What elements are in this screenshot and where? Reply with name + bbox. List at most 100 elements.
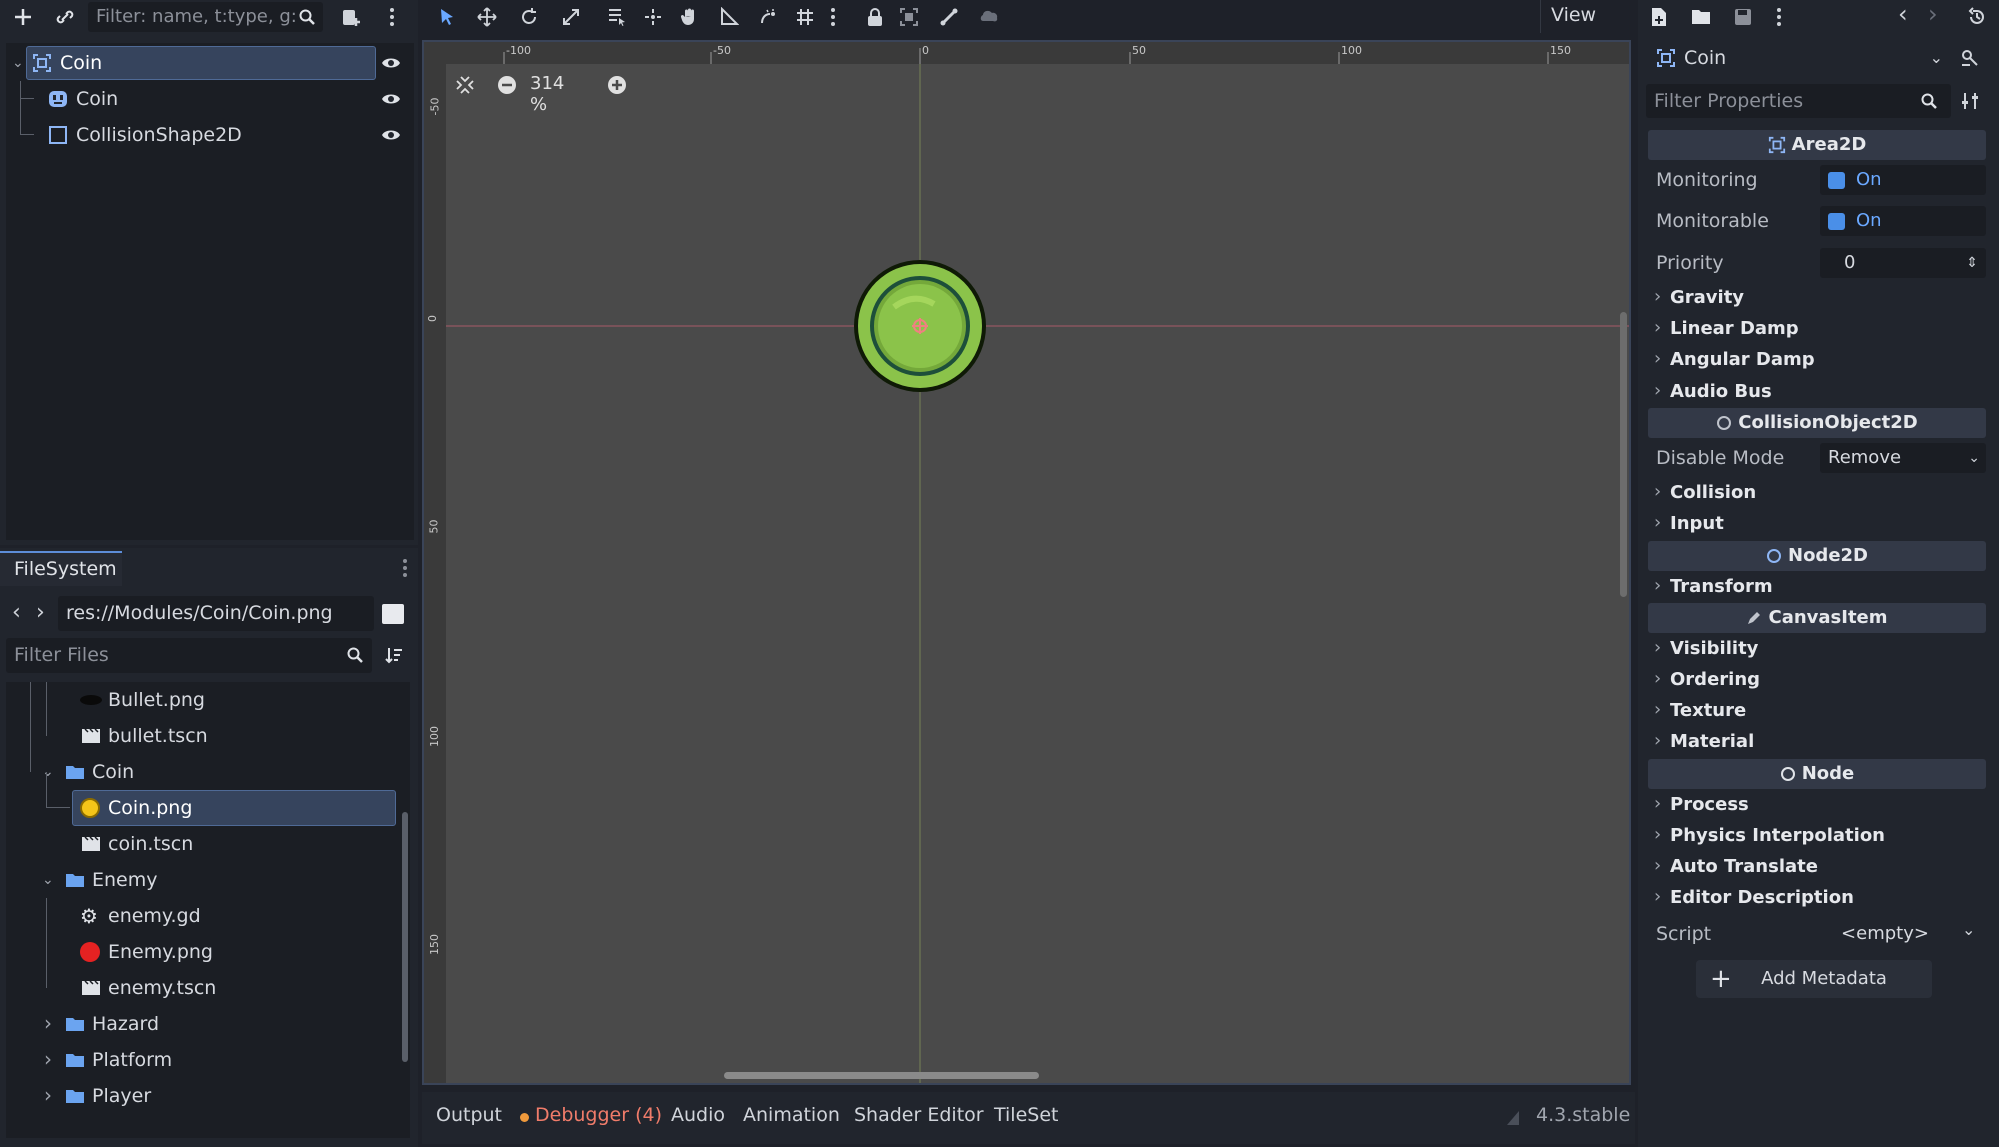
open-resource-icon[interactable] — [1688, 4, 1714, 30]
back-arrow-icon[interactable]: ‹ — [12, 600, 21, 625]
tab-animation[interactable]: Animation — [743, 1104, 840, 1126]
section-area2d[interactable]: Area2D — [1648, 130, 1986, 160]
tab-filesystem[interactable]: FileSystem — [0, 551, 122, 586]
pan-tool-icon[interactable] — [676, 4, 702, 30]
group-collision[interactable]: Collision — [1648, 477, 1986, 508]
file-item-enemy-gd[interactable]: ⚙ enemy.gd — [6, 898, 396, 934]
file-item-bullet-png[interactable]: Bullet.png — [6, 682, 396, 718]
scene-tree-item-coin-sprite[interactable]: Coin — [6, 81, 414, 117]
snap-options-icon[interactable] — [826, 4, 840, 30]
add-node-icon[interactable] — [10, 4, 36, 30]
spinner-arrows-icon[interactable]: ⇕ — [1966, 248, 1978, 278]
more-options-icon[interactable] — [1772, 4, 1786, 30]
chevron-right-icon[interactable]: › — [44, 1041, 52, 1077]
group-ordering[interactable]: Ordering — [1648, 664, 1986, 695]
move-tool-icon[interactable] — [474, 4, 500, 30]
tab-audio[interactable]: Audio — [671, 1104, 725, 1126]
group-visibility[interactable]: Visibility — [1648, 633, 1986, 664]
file-item-enemy-png[interactable]: Enemy.png — [6, 934, 396, 970]
file-item-coin-tscn[interactable]: coin.tscn — [6, 826, 396, 862]
horizontal-scrollbar[interactable] — [724, 1072, 1039, 1079]
more-options-icon[interactable] — [398, 556, 412, 580]
horizontal-ruler[interactable]: -100 -50 0 50 100 150 — [424, 42, 1629, 64]
file-item-bullet-tscn[interactable]: bullet.tscn — [6, 718, 396, 754]
monitoring-checkbox[interactable]: On — [1820, 165, 1986, 195]
instance-scene-icon[interactable] — [52, 4, 78, 30]
vertical-scrollbar[interactable] — [1620, 312, 1627, 597]
zoom-level[interactable]: 314 % — [530, 73, 564, 115]
file-item-coin-png[interactable]: Coin.png — [6, 772, 396, 826]
chevron-right-icon[interactable]: › — [44, 1077, 52, 1113]
toggle-split-mode-icon[interactable] — [382, 604, 404, 624]
history-back-icon[interactable]: ‹ — [1898, 0, 1908, 28]
group-audio-bus[interactable]: Audio Bus — [1648, 376, 1986, 407]
grid-snap-icon[interactable] — [792, 4, 818, 30]
new-resource-icon[interactable] — [1646, 4, 1672, 30]
coin-sprite[interactable] — [854, 260, 986, 392]
select-tool-icon[interactable] — [434, 4, 460, 30]
file-item-enemy-tscn[interactable]: enemy.tscn — [6, 970, 396, 1006]
override-camera-icon[interactable] — [976, 4, 1002, 30]
list-select-icon[interactable] — [604, 4, 630, 30]
object-properties-icon[interactable] — [1958, 46, 1982, 70]
disable-mode-dropdown[interactable]: Remove ⌄ — [1820, 443, 1986, 473]
attach-script-icon[interactable] — [338, 4, 364, 30]
folder-item-player[interactable]: › Player — [6, 1078, 396, 1114]
zoom-out-icon[interactable] — [496, 74, 518, 96]
group-linear-damp[interactable]: Linear Damp — [1648, 313, 1986, 344]
folder-item-hazard[interactable]: › Hazard — [6, 1006, 396, 1042]
center-view-icon[interactable] — [454, 74, 476, 96]
section-canvas-item[interactable]: CanvasItem — [1648, 603, 1986, 633]
filter-files-input[interactable]: Filter Files — [6, 638, 372, 673]
group-auto-translate[interactable]: Auto Translate — [1648, 851, 1986, 882]
visibility-eye-icon[interactable] — [380, 90, 402, 108]
filesystem-path-field[interactable]: res://Modules/Coin/Coin.png — [58, 596, 374, 631]
group-material[interactable]: Material — [1648, 726, 1986, 757]
forward-arrow-icon[interactable]: › — [36, 600, 45, 625]
vertical-ruler[interactable]: -50 0 50 100 150 — [424, 42, 446, 1083]
history-forward-icon[interactable]: › — [1928, 0, 1938, 28]
scene-tree-item-collision-shape[interactable]: CollisionShape2D — [6, 99, 414, 153]
scene-filter-input[interactable]: Filter: name, t:type, g: — [88, 2, 323, 32]
ruler-tool-icon[interactable] — [716, 4, 742, 30]
inspected-node-selector[interactable]: Coin ⌄ — [1646, 40, 1951, 76]
group-process[interactable]: Process — [1648, 789, 1986, 820]
section-collision-object[interactable]: CollisionObject2D — [1648, 408, 1986, 438]
tab-debugger[interactable]: Debugger (4) — [535, 1104, 662, 1126]
section-node2d[interactable]: Node2D — [1648, 541, 1986, 571]
group-icon[interactable] — [896, 4, 922, 30]
group-physics-interpolation[interactable]: Physics Interpolation — [1648, 820, 1986, 851]
chevron-right-icon[interactable]: › — [44, 1005, 52, 1041]
view-menu[interactable]: View — [1540, 0, 1606, 33]
bone-icon[interactable] — [936, 4, 962, 30]
inspector-options-icon[interactable] — [1958, 90, 1982, 112]
group-texture[interactable]: Texture — [1648, 695, 1986, 726]
group-gravity[interactable]: Gravity — [1648, 282, 1986, 313]
pivot-tool-icon[interactable] — [640, 4, 666, 30]
smart-snap-icon[interactable] — [756, 4, 782, 30]
filter-properties-input[interactable]: Filter Properties — [1646, 84, 1951, 118]
visibility-eye-icon[interactable] — [380, 54, 402, 72]
group-editor-description[interactable]: Editor Description — [1648, 882, 1986, 913]
section-node[interactable]: Node — [1648, 759, 1986, 789]
scene-tree-item-coin-area[interactable]: ⌄ Coin — [6, 45, 414, 81]
chevron-down-icon[interactable]: ⌄ — [1962, 920, 1975, 939]
monitorable-checkbox[interactable]: On — [1820, 206, 1986, 236]
priority-spinbox[interactable]: 0 ⇕ — [1820, 248, 1986, 278]
folder-item-platform[interactable]: › Platform — [6, 1042, 396, 1078]
tab-shader-editor[interactable]: Shader Editor — [854, 1104, 984, 1126]
group-transform[interactable]: Transform — [1648, 571, 1986, 602]
rotate-tool-icon[interactable] — [516, 4, 542, 30]
chevron-down-icon[interactable]: ⌄ — [42, 862, 54, 898]
canvas-viewport[interactable]: -100 -50 0 50 100 150 -50 0 50 100 150 3… — [422, 40, 1631, 1085]
add-metadata-button[interactable]: + Add Metadata — [1696, 960, 1932, 998]
sort-icon[interactable] — [382, 644, 406, 666]
group-angular-damp[interactable]: Angular Damp — [1648, 344, 1986, 375]
more-options-icon[interactable] — [382, 4, 402, 30]
zoom-in-icon[interactable] — [606, 74, 628, 96]
folder-item-enemy[interactable]: ⌄ Enemy — [6, 862, 396, 898]
script-resource-picker[interactable]: <empty> — [1820, 919, 1950, 949]
tab-tileset[interactable]: TileSet — [994, 1104, 1058, 1126]
chevron-down-icon[interactable]: ⌄ — [12, 45, 24, 81]
history-icon[interactable] — [1964, 4, 1990, 30]
